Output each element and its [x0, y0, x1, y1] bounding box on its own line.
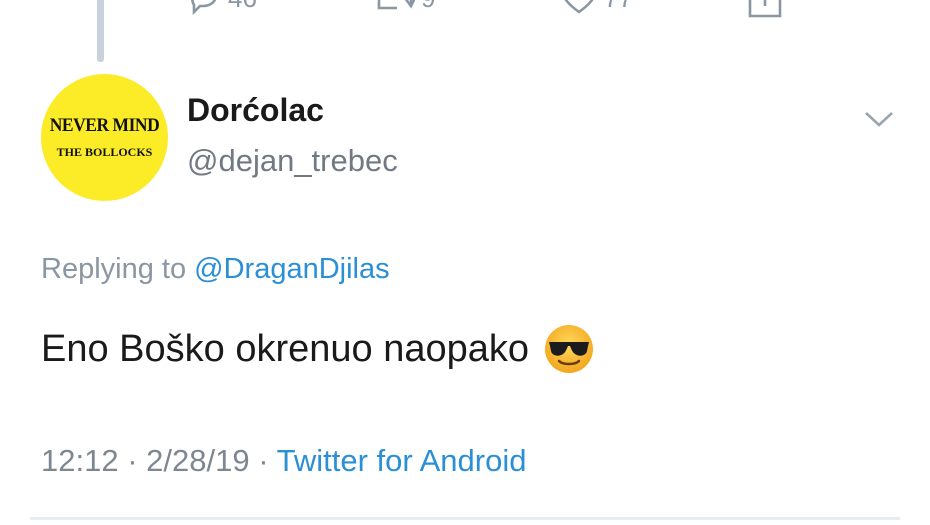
retweet-count: 9: [421, 0, 435, 14]
tweet-meta: 12:12 · 2/28/19 · Twitter for Android: [41, 443, 526, 479]
display-name[interactable]: Dorćolac: [187, 92, 324, 129]
avatar-text-line2: THE BOLLOCKS: [56, 145, 153, 159]
thread-connector-line: [97, 0, 104, 62]
retweet-icon: [375, 0, 415, 16]
replying-to-line: Replying to @DraganDjilas: [41, 253, 390, 286]
sunglasses-emoji-icon: [543, 323, 595, 375]
more-options-button[interactable]: [862, 108, 896, 130]
avatar[interactable]: NEVER MIND THE BOLLOCKS: [41, 74, 168, 201]
replying-to-label: Replying to: [41, 253, 187, 285]
user-handle[interactable]: @dejan_trebec: [187, 143, 398, 179]
reply-icon: [186, 0, 222, 16]
tweet-source-link[interactable]: Twitter for Android: [277, 443, 527, 478]
previous-tweet-action-bar: 46 9 77: [0, 0, 930, 18]
reply-count: 46: [228, 0, 257, 14]
reply-button[interactable]: 46: [186, 0, 257, 18]
like-count: 77: [604, 0, 633, 14]
tweet-date: 2/28/19: [146, 443, 250, 478]
tweet-detail-page: 46 9 77: [0, 0, 930, 525]
divider: [30, 517, 900, 520]
tweet-body: Eno Boško okrenuo naopako: [41, 327, 530, 370]
heart-icon: [560, 0, 598, 16]
avatar-text-line1: NEVER MIND: [49, 115, 160, 136]
share-icon: [745, 0, 785, 18]
share-button[interactable]: [745, 0, 785, 18]
replying-to-mention[interactable]: @DraganDjilas: [194, 253, 389, 285]
retweet-button[interactable]: 9: [375, 0, 435, 18]
tweet-text: Eno Boško okrenuo naopako: [41, 323, 595, 375]
tweet-time: 12:12: [41, 443, 119, 478]
chevron-down-icon: [862, 112, 896, 134]
meta-separator: ·: [258, 443, 269, 478]
meta-separator: ·: [127, 443, 138, 478]
like-button[interactable]: 77: [560, 0, 633, 18]
